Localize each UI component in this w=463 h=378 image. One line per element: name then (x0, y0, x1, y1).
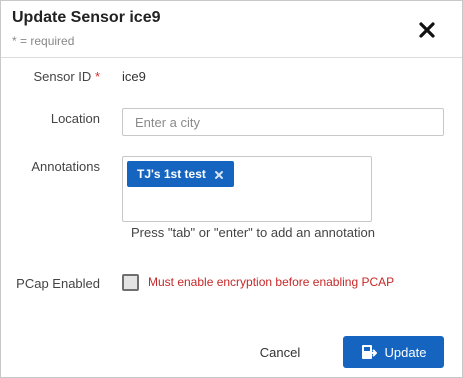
sensor-id-label: Sensor ID * (34, 69, 101, 84)
update-icon (361, 344, 377, 360)
annotation-tag-label: TJ's 1st test (137, 167, 206, 181)
annotations-label: Annotations (31, 159, 100, 174)
location-label: Location (50, 111, 100, 126)
dialog-title: Update Sensor ice9 (12, 9, 161, 26)
cancel-button[interactable]: Cancel (249, 337, 311, 367)
update-button-label: Update (384, 344, 427, 360)
close-icon (419, 22, 435, 38)
required-note: * = required (12, 34, 75, 48)
location-input[interactable] (122, 108, 444, 136)
close-button[interactable] (416, 19, 438, 41)
pcap-label: PCap Enabled (16, 276, 100, 291)
annotations-input[interactable]: TJ's 1st test (122, 156, 372, 222)
annotations-helper-text: Press "tab" or "enter" to add an annotat… (131, 225, 375, 240)
required-marker: * (94, 69, 100, 84)
update-sensor-dialog: Update Sensor ice9 * = required Sensor I… (0, 0, 463, 378)
close-icon (214, 171, 223, 179)
dialog-header: Update Sensor ice9 * = required (1, 1, 462, 58)
update-button[interactable]: Update (343, 336, 444, 368)
sensor-id-value: ice9 (122, 69, 146, 84)
sensor-id-label-text: Sensor ID (33, 69, 92, 84)
pcap-warning: Must enable encryption before enabling P… (148, 275, 395, 289)
annotation-tag: TJ's 1st test (127, 161, 234, 187)
remove-tag-button[interactable] (214, 169, 224, 179)
pcap-checkbox[interactable] (122, 274, 139, 291)
